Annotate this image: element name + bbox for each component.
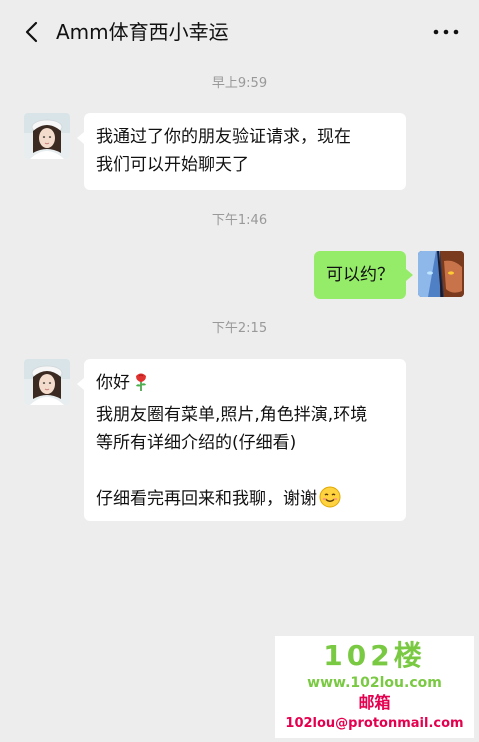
watermark-url: www.102lou.com xyxy=(307,675,442,691)
watermark-mail: 102lou@protonmail.com xyxy=(285,716,464,731)
rose-icon xyxy=(132,372,150,401)
message-text: 你好 xyxy=(96,373,130,393)
watermark-mail-label: 邮箱 xyxy=(358,693,391,712)
timestamp: 下午2:15 xyxy=(211,321,268,336)
contact-avatar-image xyxy=(24,113,70,159)
chevron-left-icon xyxy=(25,21,38,43)
contact-avatar[interactable] xyxy=(24,359,70,405)
contact-avatar-image xyxy=(24,359,70,405)
chat-header: Amm体育西小幸运 xyxy=(0,0,479,62)
self-avatar[interactable] xyxy=(418,251,464,297)
message-text: 仔细看完再回来和我聊，谢谢 xyxy=(96,489,317,509)
timestamp: 下午1:46 xyxy=(211,213,268,228)
smile-icon xyxy=(319,486,341,517)
ellipsis-icon xyxy=(433,29,459,35)
contact-avatar[interactable] xyxy=(24,113,70,159)
timestamp: 早上9:59 xyxy=(211,76,268,91)
message-text: 我们可以开始聊天了 xyxy=(96,155,249,175)
watermark-logo-text: 102楼 xyxy=(323,639,426,672)
bubble-tail xyxy=(77,132,84,144)
watermark: 102楼 www.102lou.com 邮箱 102lou@protonmail… xyxy=(275,636,474,738)
message-text: 我朋友圈有菜单,照片,角色拌演,环境 xyxy=(96,405,368,425)
message-bubble[interactable]: 可以约？ xyxy=(314,251,406,299)
message-text: 可以约？ xyxy=(326,265,394,285)
message-line: 你好 xyxy=(96,369,394,401)
chat-title: Amm体育西小幸运 xyxy=(56,20,229,44)
message-text: 等所有详细介绍的(仔细看) xyxy=(96,433,297,453)
back-button[interactable] xyxy=(22,20,44,44)
message-bubble[interactable]: 你好 我朋友圈有菜单,照片,角色拌演,环境 等所有详细介绍的(仔细看) 仔细看完… xyxy=(84,359,406,521)
message-line: 仔细看完再回来和我聊，谢谢 xyxy=(96,485,394,517)
message-text: 我通过了你的朋友验证请求，现在 xyxy=(96,127,351,147)
bubble-tail xyxy=(406,269,413,281)
self-avatar-image xyxy=(418,251,464,297)
message-bubble[interactable]: 我通过了你的朋友验证请求，现在 我们可以开始聊天了 xyxy=(84,113,406,190)
more-button[interactable] xyxy=(431,20,461,44)
bubble-tail xyxy=(77,378,84,390)
